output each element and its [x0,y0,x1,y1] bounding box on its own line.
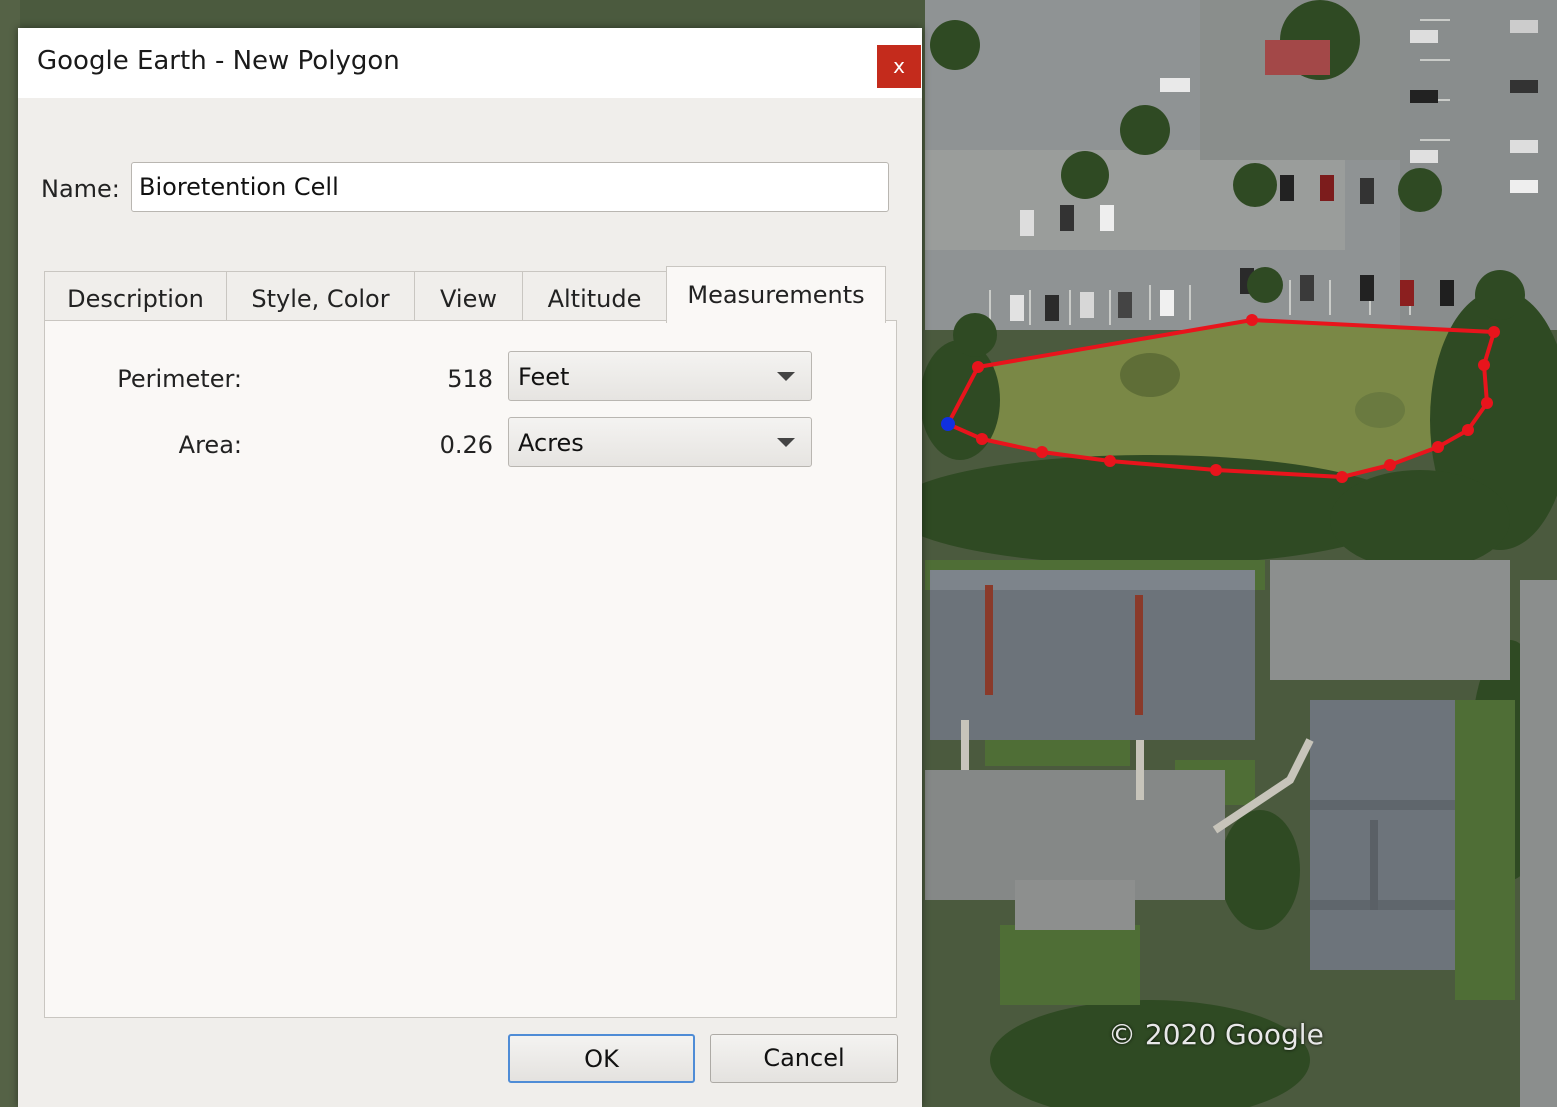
perimeter-label: Perimeter: [117,365,242,393]
name-label: Name: [41,175,120,203]
area-unit-value: Acres [518,429,584,457]
area-unit-select[interactable]: Acres [508,417,812,467]
tab-view[interactable]: View [414,271,523,321]
perimeter-unit-value: Feet [518,363,570,391]
tab-measurements[interactable]: Measurements [666,266,886,323]
ok-button[interactable]: OK [508,1034,695,1083]
title-bar[interactable]: Google Earth - New Polygon x [18,28,922,98]
measurements-panel: Perimeter: 518 Feet Area: 0.26 Acres [44,320,897,1018]
tab-altitude[interactable]: Altitude [522,271,667,321]
perimeter-value: 518 [447,365,493,393]
chevron-down-icon [777,372,795,381]
tab-style-color[interactable]: Style, Color [226,271,415,321]
tab-description[interactable]: Description [44,271,227,321]
name-input[interactable] [131,162,889,212]
area-value: 0.26 [439,431,493,459]
perimeter-unit-select[interactable]: Feet [508,351,812,401]
area-label: Area: [178,431,242,459]
map-copyright: © 2020 Google [1108,1018,1324,1051]
chevron-down-icon [777,438,795,447]
window-title: Google Earth - New Polygon [37,46,400,76]
new-polygon-dialog: Google Earth - New Polygon x Name: Descr… [18,28,922,1107]
cancel-button[interactable]: Cancel [710,1034,898,1083]
close-button[interactable]: x [877,45,921,88]
